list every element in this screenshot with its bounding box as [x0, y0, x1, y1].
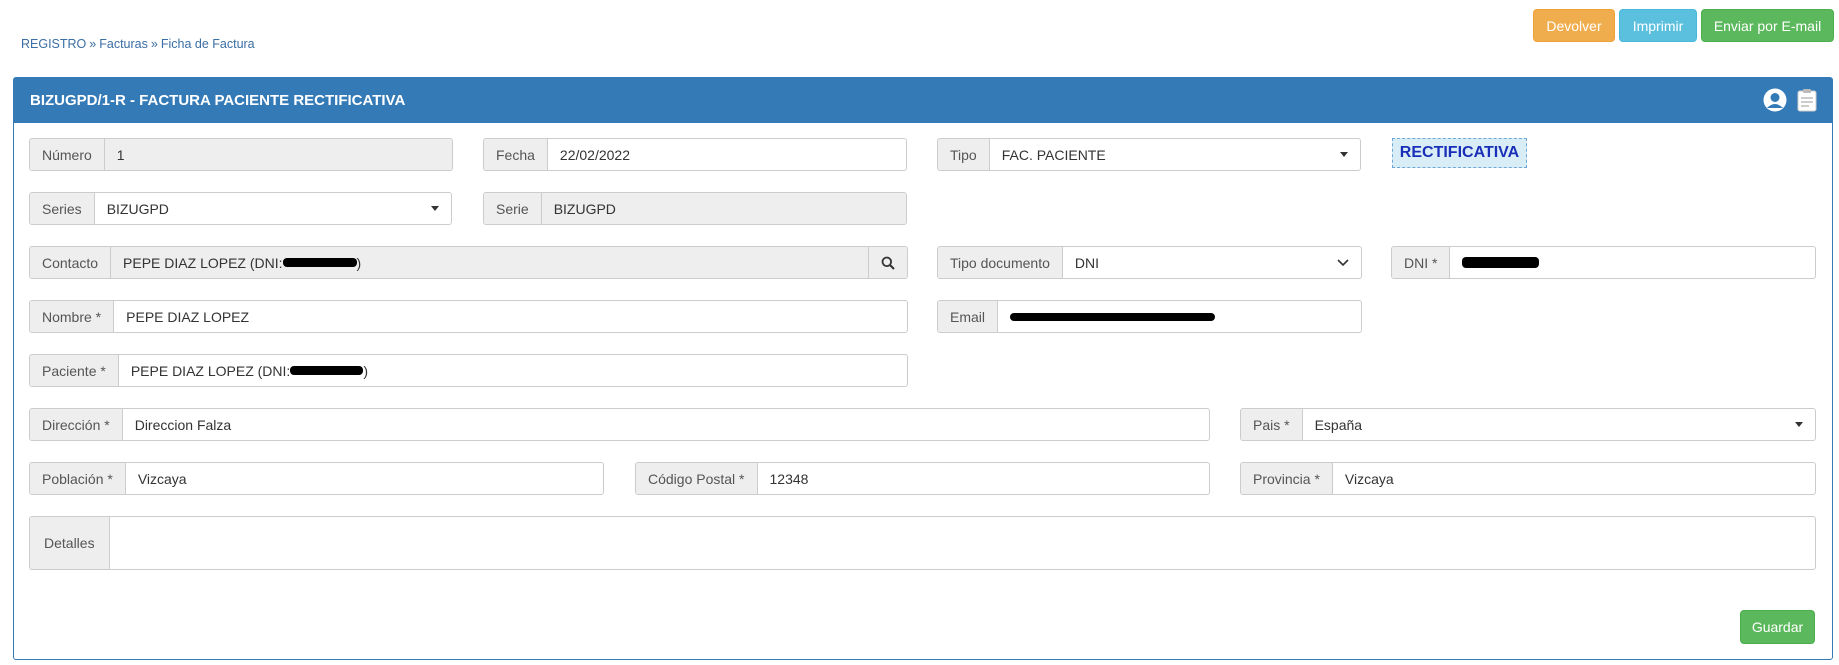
caret-down-icon: [431, 206, 439, 211]
tipo-documento-select[interactable]: Tipo documento DNI: [937, 246, 1362, 279]
nombre-input[interactable]: PEPE DIAZ LOPEZ: [114, 301, 907, 332]
pais-selected: España: [1314, 416, 1363, 433]
pais-value[interactable]: España: [1303, 409, 1815, 440]
series-value[interactable]: BIZUGPD: [95, 193, 451, 224]
paciente-label: Paciente *: [30, 355, 119, 386]
numero-label: Número: [30, 139, 105, 170]
dni-label: DNI *: [1392, 247, 1451, 278]
email-input[interactable]: [998, 301, 1361, 332]
direccion-field[interactable]: Dirección * Direccion Falza: [29, 408, 1210, 441]
breadcrumb-separator: »: [89, 37, 97, 51]
redacted-block: [1010, 312, 1216, 321]
fecha-label: Fecha: [484, 139, 548, 170]
direccion-input[interactable]: Direccion Falza: [123, 409, 1209, 440]
series-label: Series: [30, 193, 95, 224]
breadcrumb-ficha-factura[interactable]: Ficha de Factura: [161, 37, 255, 51]
contacto-suffix: ): [356, 254, 362, 271]
tipo-label: Tipo: [938, 139, 990, 170]
devolver-button[interactable]: Devolver: [1533, 9, 1615, 42]
dni-field[interactable]: DNI *: [1391, 246, 1816, 279]
clipboard-icon[interactable]: [1794, 87, 1820, 113]
paciente-field[interactable]: Paciente * PEPE DIAZ LOPEZ (DNI: ): [29, 354, 908, 387]
nombre-field[interactable]: Nombre * PEPE DIAZ LOPEZ: [29, 300, 908, 333]
tipo-documento-label: Tipo documento: [938, 247, 1063, 278]
guardar-button[interactable]: Guardar: [1740, 610, 1815, 644]
breadcrumb-registro[interactable]: REGISTRO: [21, 37, 86, 51]
redacted-block: [1462, 257, 1540, 268]
chevron-down-icon: [1337, 258, 1349, 267]
detalles-field[interactable]: Detalles: [29, 516, 1816, 570]
serie-value: BIZUGPD: [541, 193, 906, 224]
detalles-textarea[interactable]: [110, 517, 1815, 569]
paciente-input[interactable]: PEPE DIAZ LOPEZ (DNI: ): [119, 355, 907, 386]
direccion-label: Dirección *: [30, 409, 123, 440]
fecha-input[interactable]: 22/02/2022: [548, 139, 906, 170]
dni-input[interactable]: [1450, 247, 1815, 278]
breadcrumb-separator: »: [150, 37, 158, 51]
serie-label: Serie: [484, 193, 542, 224]
poblacion-input[interactable]: Vizcaya: [126, 463, 603, 494]
redacted-block: [290, 366, 364, 375]
codigo-postal-label: Código Postal *: [636, 463, 758, 494]
paciente-text: PEPE DIAZ LOPEZ (DNI:: [130, 362, 291, 379]
provincia-input[interactable]: Vizcaya: [1333, 463, 1815, 494]
provincia-field[interactable]: Provincia * Vizcaya: [1240, 462, 1816, 495]
poblacion-label: Población *: [30, 463, 126, 494]
user-icon[interactable]: [1762, 87, 1788, 113]
tipo-documento-value[interactable]: DNI: [1063, 247, 1361, 278]
codigo-postal-input[interactable]: 12348: [758, 463, 1209, 494]
codigo-postal-field[interactable]: Código Postal * 12348: [635, 462, 1210, 495]
redacted-block: [282, 258, 357, 267]
detalles-label: Detalles: [30, 517, 110, 569]
enviar-email-button[interactable]: Enviar por E-mail: [1701, 9, 1834, 42]
tipo-documento-selected: DNI: [1074, 254, 1099, 271]
series-selected: BIZUGPD: [106, 200, 169, 217]
breadcrumb: REGISTRO» Facturas» Ficha de Factura: [21, 37, 255, 51]
tipo-selected: FAC. PACIENTE: [1001, 146, 1106, 163]
numero-field: Número 1: [29, 138, 453, 171]
numero-value: 1: [104, 139, 452, 170]
search-button[interactable]: [868, 247, 907, 278]
pais-label: Pais *: [1241, 409, 1303, 440]
provincia-label: Provincia *: [1241, 463, 1333, 494]
status-badge: RECTIFICATIVA: [1392, 138, 1527, 168]
panel-title: BIZUGPD/1-R - FACTURA PACIENTE RECTIFICA…: [30, 92, 406, 109]
email-field[interactable]: Email: [937, 300, 1362, 333]
caret-down-icon: [1795, 422, 1803, 427]
contacto-label: Contacto: [30, 247, 112, 278]
tipo-select[interactable]: Tipo FAC. PACIENTE: [937, 138, 1361, 171]
serie-field: Serie BIZUGPD: [483, 192, 907, 225]
fecha-field[interactable]: Fecha 22/02/2022: [483, 138, 907, 171]
tipo-value[interactable]: FAC. PACIENTE: [990, 139, 1360, 170]
poblacion-field[interactable]: Población * Vizcaya: [29, 462, 604, 495]
panel-heading: BIZUGPD/1-R - FACTURA PACIENTE RECTIFICA…: [14, 78, 1832, 123]
paciente-suffix: ): [363, 362, 368, 379]
series-select[interactable]: Series BIZUGPD: [29, 192, 452, 225]
nombre-label: Nombre *: [30, 301, 115, 332]
pais-select[interactable]: Pais * España: [1240, 408, 1816, 441]
email-label: Email: [938, 301, 999, 332]
contacto-value: PEPE DIAZ LOPEZ (DNI: ): [111, 247, 868, 278]
contacto-field: Contacto PEPE DIAZ LOPEZ (DNI: ): [29, 246, 908, 279]
caret-down-icon: [1340, 152, 1348, 157]
contacto-text: PEPE DIAZ LOPEZ (DNI:: [123, 254, 283, 271]
search-icon: [881, 256, 895, 270]
breadcrumb-facturas[interactable]: Facturas: [99, 37, 148, 51]
imprimir-button[interactable]: Imprimir: [1619, 9, 1697, 42]
